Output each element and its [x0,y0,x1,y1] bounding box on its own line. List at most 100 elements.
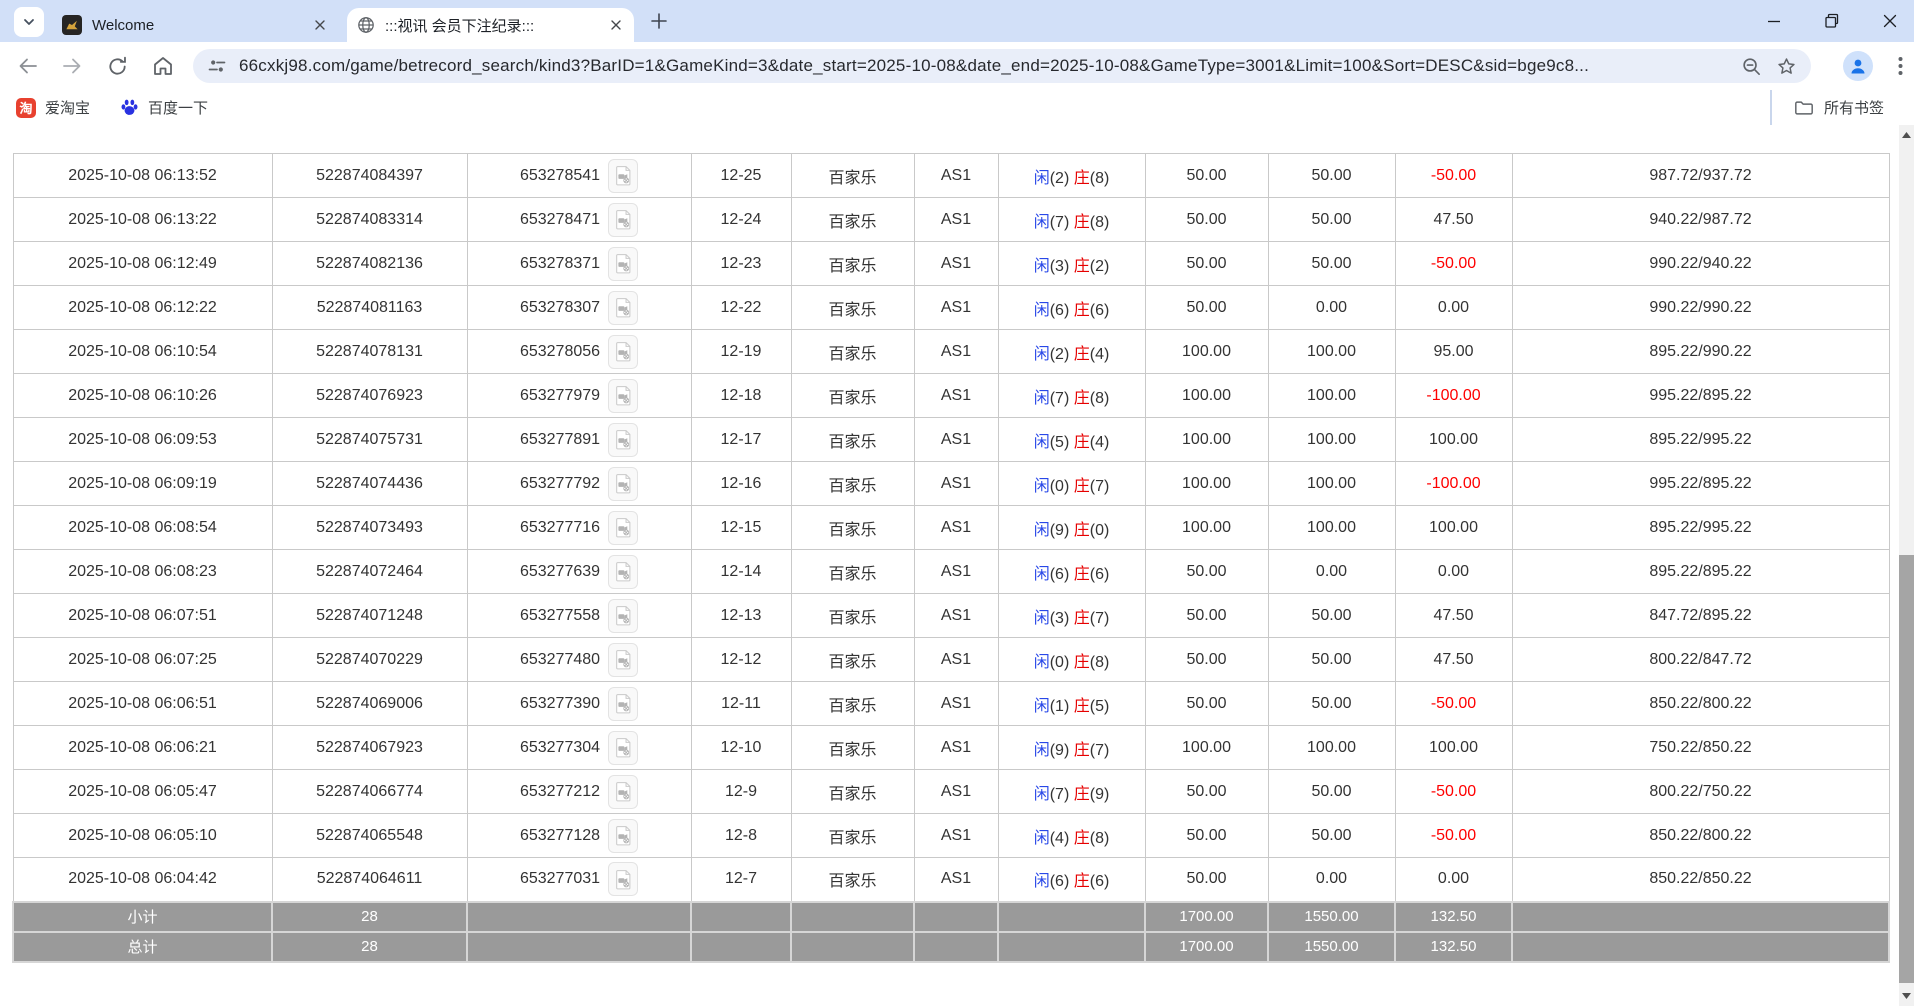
refresh-icon[interactable] [103,52,131,80]
cell-win-loss: 95.00 [1394,329,1513,374]
url-text[interactable]: 66cxkj98.com/game/betrecord_search/kind3… [239,56,1715,76]
round-number: 653278471 [519,210,601,228]
video-replay-icon[interactable] [608,202,639,237]
round-number: 653278307 [519,298,601,316]
video-replay-icon[interactable] [608,466,639,501]
video-replay-icon[interactable] [608,554,639,589]
cell-bet-amount: 50.00 [1144,241,1269,286]
player-points: (3) [1049,609,1074,627]
cell-time: 2025-10-08 06:07:25 [12,637,273,682]
table-row: 2025-10-08 06:10:26 522874076923 653277979… [12,373,1890,418]
cell-bet-id: 522874074436 [271,461,468,506]
cell-win-loss: 100.00 [1394,505,1513,550]
cell-account: AS1 [913,329,999,374]
cell-win-loss: -100.00 [1394,461,1513,506]
cell-win-loss: 0.00 [1394,857,1513,902]
cell-bet-id: 522874072464 [271,549,468,594]
video-replay-icon[interactable] [608,158,639,193]
bookmark-taobao[interactable]: 淘 爱淘宝 [16,97,90,118]
summary-row: 总计 28 1700.00 1550.00 132.50 [12,930,1890,963]
cell-round: 653277792 [466,461,692,506]
cell-round: 653277639 [466,549,692,594]
close-icon[interactable] [1880,11,1900,31]
minimize-icon[interactable] [1764,11,1784,31]
round-number: 653277390 [519,694,601,712]
profile-avatar[interactable] [1843,51,1873,81]
tab-close-icon[interactable] [608,17,624,33]
round-wrap: 653278307 [468,290,690,325]
round-number: 653277212 [519,782,601,800]
video-replay-icon[interactable] [608,818,639,853]
cell-session: 12-22 [690,285,792,330]
cell-session: 12-9 [690,769,792,814]
restore-icon[interactable] [1822,11,1842,31]
new-tab-button[interactable] [650,12,668,30]
cell-round: 653277979 [466,373,692,418]
summary-empty-cell [1511,930,1890,963]
zoom-out-icon[interactable] [1741,56,1762,77]
round-wrap: 653277979 [468,378,690,413]
home-icon[interactable] [149,52,177,80]
url-bar[interactable]: 66cxkj98.com/game/betrecord_search/kind3… [193,49,1811,83]
round-wrap: 653277390 [468,686,690,721]
cell-session: 12-13 [690,593,792,638]
menu-kebab-icon[interactable] [1890,52,1910,80]
video-replay-icon[interactable] [608,422,639,457]
cell-session: 12-17 [690,417,792,462]
tab-welcome[interactable]: Welcome [52,8,338,42]
round-wrap: 653277212 [468,774,690,809]
player-label: 闲 [1033,477,1050,495]
vertical-scrollbar[interactable] [1899,125,1914,1006]
cell-bet-id: 522874069006 [271,681,468,726]
video-replay-icon[interactable] [608,730,639,765]
cell-result: 闲(5) 庄(4) [997,417,1146,462]
tab-title: :::视讯 会员下注纪录::: [385,17,535,35]
round-number: 653277558 [519,606,601,624]
video-replay-icon[interactable] [608,510,639,545]
scroll-down-icon[interactable] [1899,988,1914,1004]
cell-valid-amount: 100.00 [1267,329,1396,374]
cell-valid-amount: 50.00 [1267,153,1396,198]
video-replay-icon[interactable] [608,598,639,633]
video-replay-icon[interactable] [608,290,639,325]
video-replay-icon[interactable] [608,686,639,721]
bookmark-star-icon[interactable] [1776,56,1797,77]
video-replay-icon[interactable] [608,774,639,809]
summary-valid-total: 1550.00 [1267,930,1396,963]
video-replay-icon[interactable] [608,334,639,369]
video-replay-icon[interactable] [608,862,639,897]
video-replay-icon[interactable] [608,246,639,281]
table-row: 2025-10-08 06:08:23 522874072464 653277639… [12,549,1890,594]
tab-close-icon[interactable] [312,17,328,33]
player-points: (9) [1049,741,1074,759]
video-replay-icon[interactable] [608,378,639,413]
banker-label: 庄 [1073,741,1090,759]
cell-game: 百家乐 [790,417,915,462]
cell-valid-amount: 50.00 [1267,197,1396,242]
cell-session: 12-14 [690,549,792,594]
cell-balance: 990.22/990.22 [1511,285,1890,330]
tab-bet-records[interactable]: :::视讯 会员下注纪录::: [347,8,634,42]
cell-win-loss: -50.00 [1394,153,1513,198]
cell-result: 闲(7) 庄(8) [997,373,1146,418]
back-icon[interactable] [14,52,42,80]
summary-bet-total: 1700.00 [1144,900,1269,933]
cell-game: 百家乐 [790,593,915,638]
player-label: 闲 [1033,609,1050,627]
scrollbar-thumb[interactable] [1899,555,1914,983]
video-replay-icon[interactable] [608,642,639,677]
cell-account: AS1 [913,549,999,594]
cell-game: 百家乐 [790,681,915,726]
tab-search-button[interactable] [14,7,44,37]
bookmark-baidu[interactable]: 百度一下 [120,97,208,118]
forward-icon[interactable] [58,52,86,80]
cell-balance: 750.22/850.22 [1511,725,1890,770]
cell-bet-id: 522874073493 [271,505,468,550]
scroll-up-icon[interactable] [1899,127,1914,143]
player-points: (6) [1049,301,1074,319]
all-bookmarks-button[interactable]: 所有书签 [1769,90,1884,125]
site-settings-icon[interactable] [207,56,227,76]
table-row: 2025-10-08 06:06:51 522874069006 653277390… [12,681,1890,726]
window-controls [1764,0,1900,42]
round-number: 653277716 [519,518,601,536]
